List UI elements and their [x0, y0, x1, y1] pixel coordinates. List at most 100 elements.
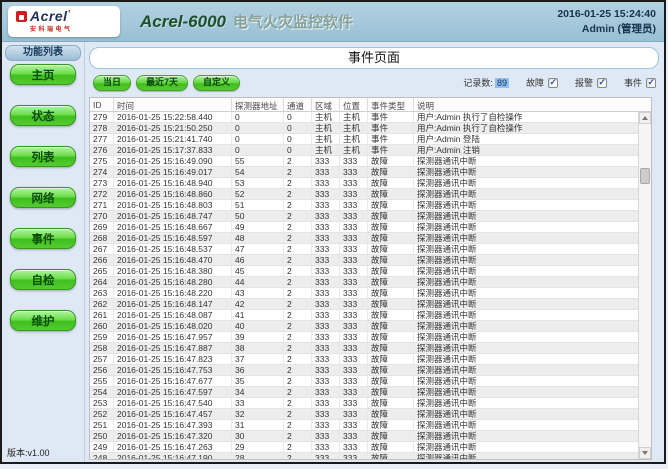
- table-cell: 44: [232, 277, 284, 287]
- table-cell: 333: [340, 244, 368, 254]
- table-cell: 333: [312, 321, 340, 331]
- table-cell: 333: [312, 310, 340, 320]
- record-count-label: 记录数:: [463, 76, 493, 89]
- table-cell: 探测器通讯中断: [414, 200, 638, 210]
- table-row[interactable]: 2702016-01-25 15:16:48.747502333333故障探测器…: [90, 211, 638, 222]
- table-cell: 47: [232, 244, 284, 254]
- table-cell: 探测器通讯中断: [414, 211, 638, 221]
- column-header[interactable]: ID: [90, 98, 114, 111]
- table-cell: 249: [90, 442, 114, 452]
- table-cell: 2016-01-25 15:16:48.940: [114, 178, 232, 188]
- table-row[interactable]: 2692016-01-25 15:16:48.667492333333故障探测器…: [90, 222, 638, 233]
- filter-today-button[interactable]: 当日: [93, 75, 131, 91]
- table-cell: 探测器通讯中断: [414, 354, 638, 364]
- sidebar-item-home[interactable]: 主页: [10, 64, 76, 85]
- table-row[interactable]: 2742016-01-25 15:16:49.017542333333故障探测器…: [90, 167, 638, 178]
- table-row[interactable]: 2492016-01-25 15:16:47.263292333333故障探测器…: [90, 442, 638, 453]
- table-cell: 2: [284, 211, 312, 221]
- column-header[interactable]: 通道: [284, 98, 312, 111]
- table-row[interactable]: 2672016-01-25 15:16:48.537472333333故障探测器…: [90, 244, 638, 255]
- sidebar-item-list[interactable]: 列表: [10, 146, 76, 167]
- sidebar-item-selfcheck[interactable]: 自检: [10, 269, 76, 290]
- table-row[interactable]: 2532016-01-25 15:16:47.540332333333故障探测器…: [90, 398, 638, 409]
- table-row[interactable]: 2722016-01-25 15:16:48.860522333333故障探测器…: [90, 189, 638, 200]
- table-cell: 333: [340, 255, 368, 265]
- table-cell: 2016-01-25 15:16:48.667: [114, 222, 232, 232]
- column-header[interactable]: 事件类型: [368, 98, 414, 111]
- table-cell: 266: [90, 255, 114, 265]
- table-cell: 54: [232, 167, 284, 177]
- sidebar-item-network[interactable]: 网络: [10, 187, 76, 208]
- table-cell: 故障: [368, 156, 414, 166]
- scroll-down-button[interactable]: [639, 447, 651, 459]
- sidebar-item-events[interactable]: 事件: [10, 228, 76, 249]
- table-cell: 333: [340, 310, 368, 320]
- table-cell: 探测器通讯中断: [414, 332, 638, 342]
- table-row[interactable]: 2592016-01-25 15:16:47.957392333333故障探测器…: [90, 332, 638, 343]
- table-cell: 278: [90, 123, 114, 133]
- column-header[interactable]: 探测器地址: [232, 98, 284, 111]
- events-table: ID时间探测器地址通道区域位置事件类型说明 2792016-01-25 15:2…: [89, 97, 652, 460]
- table-row[interactable]: 2602016-01-25 15:16:48.020402333333故障探测器…: [90, 321, 638, 332]
- table-header: ID时间探测器地址通道区域位置事件类型说明: [90, 98, 651, 112]
- filter-checkbox-fault[interactable]: 故障: [526, 76, 558, 89]
- filter-checkbox-event[interactable]: 事件: [624, 76, 656, 89]
- table-row[interactable]: 2482016-01-25 15:16:47.190282333333故障探测器…: [90, 453, 638, 459]
- page-title: 事件页面: [89, 47, 659, 69]
- table-cell: 故障: [368, 420, 414, 430]
- table-cell: 故障: [368, 409, 414, 419]
- sidebar-item-status[interactable]: 状态: [10, 105, 76, 126]
- table-cell: 探测器通讯中断: [414, 233, 638, 243]
- column-header[interactable]: 位置: [340, 98, 368, 111]
- sidebar-item-maintenance[interactable]: 维护: [10, 310, 76, 331]
- table-row[interactable]: 2662016-01-25 15:16:48.470462333333故障探测器…: [90, 255, 638, 266]
- table-cell: 52: [232, 189, 284, 199]
- fault-checkbox[interactable]: [548, 78, 558, 88]
- table-row[interactable]: 2632016-01-25 15:16:48.220432333333故障探测器…: [90, 288, 638, 299]
- table-row[interactable]: 2642016-01-25 15:16:48.280442333333故障探测器…: [90, 277, 638, 288]
- record-count-value: 89: [495, 78, 509, 88]
- alarm-checkbox[interactable]: [597, 78, 607, 88]
- event-checkbox[interactable]: [646, 78, 656, 88]
- filter-checkbox-alarm[interactable]: 报警: [575, 76, 607, 89]
- table-cell: 探测器通讯中断: [414, 244, 638, 254]
- table-cell: 探测器通讯中断: [414, 343, 638, 353]
- table-row[interactable]: 2572016-01-25 15:16:47.823372333333故障探测器…: [90, 354, 638, 365]
- table-row[interactable]: 2752016-01-25 15:16:49.090552333333故障探测器…: [90, 156, 638, 167]
- column-header[interactable]: 区域: [312, 98, 340, 111]
- table-row[interactable]: 2762016-01-25 15:17:37.83300主机主机事件用户:Adm…: [90, 145, 638, 156]
- table-cell: 333: [312, 222, 340, 232]
- table-cell: 2016-01-25 15:16:47.677: [114, 376, 232, 386]
- table-row[interactable]: 2512016-01-25 15:16:47.393312333333故障探测器…: [90, 420, 638, 431]
- table-cell: 333: [340, 453, 368, 459]
- scroll-up-button[interactable]: [639, 112, 651, 124]
- table-row[interactable]: 2772016-01-25 15:21:41.74000主机主机事件用户:Adm…: [90, 134, 638, 145]
- table-row[interactable]: 2552016-01-25 15:16:47.677352333333故障探测器…: [90, 376, 638, 387]
- table-row[interactable]: 2622016-01-25 15:16:48.147422333333故障探测器…: [90, 299, 638, 310]
- filter-custom-button[interactable]: 自定义: [193, 75, 240, 91]
- table-cell: 探测器通讯中断: [414, 310, 638, 320]
- column-header[interactable]: 说明: [414, 98, 651, 111]
- column-header[interactable]: 时间: [114, 98, 232, 111]
- table-cell: 2016-01-25 15:16:49.090: [114, 156, 232, 166]
- table-row[interactable]: 2582016-01-25 15:16:47.887382333333故障探测器…: [90, 343, 638, 354]
- table-row[interactable]: 2502016-01-25 15:16:47.320302333333故障探测器…: [90, 431, 638, 442]
- table-cell: 333: [340, 189, 368, 199]
- table-row[interactable]: 2562016-01-25 15:16:47.753362333333故障探测器…: [90, 365, 638, 376]
- table-row[interactable]: 2712016-01-25 15:16:48.803512333333故障探测器…: [90, 200, 638, 211]
- table-row[interactable]: 2612016-01-25 15:16:48.087412333333故障探测器…: [90, 310, 638, 321]
- table-row[interactable]: 2732016-01-25 15:16:48.940532333333故障探测器…: [90, 178, 638, 189]
- table-row[interactable]: 2542016-01-25 15:16:47.597342333333故障探测器…: [90, 387, 638, 398]
- scrollbar-thumb[interactable]: [640, 168, 650, 184]
- table-cell: 2: [284, 156, 312, 166]
- table-cell: 53: [232, 178, 284, 188]
- filter-last7days-button[interactable]: 最近7天: [136, 75, 188, 91]
- table-row[interactable]: 2792016-01-25 15:22:58.44000主机主机事件用户:Adm…: [90, 112, 638, 123]
- table-row[interactable]: 2782016-01-25 15:21:50.25000主机主机事件用户:Adm…: [90, 123, 638, 134]
- table-row[interactable]: 2522016-01-25 15:16:47.457322333333故障探测器…: [90, 409, 638, 420]
- table-row[interactable]: 2652016-01-25 15:16:48.380452333333故障探测器…: [90, 266, 638, 277]
- vertical-scrollbar[interactable]: [638, 112, 651, 459]
- table-cell: 333: [340, 365, 368, 375]
- table-cell: 探测器通讯中断: [414, 398, 638, 408]
- table-row[interactable]: 2682016-01-25 15:16:48.597482333333故障探测器…: [90, 233, 638, 244]
